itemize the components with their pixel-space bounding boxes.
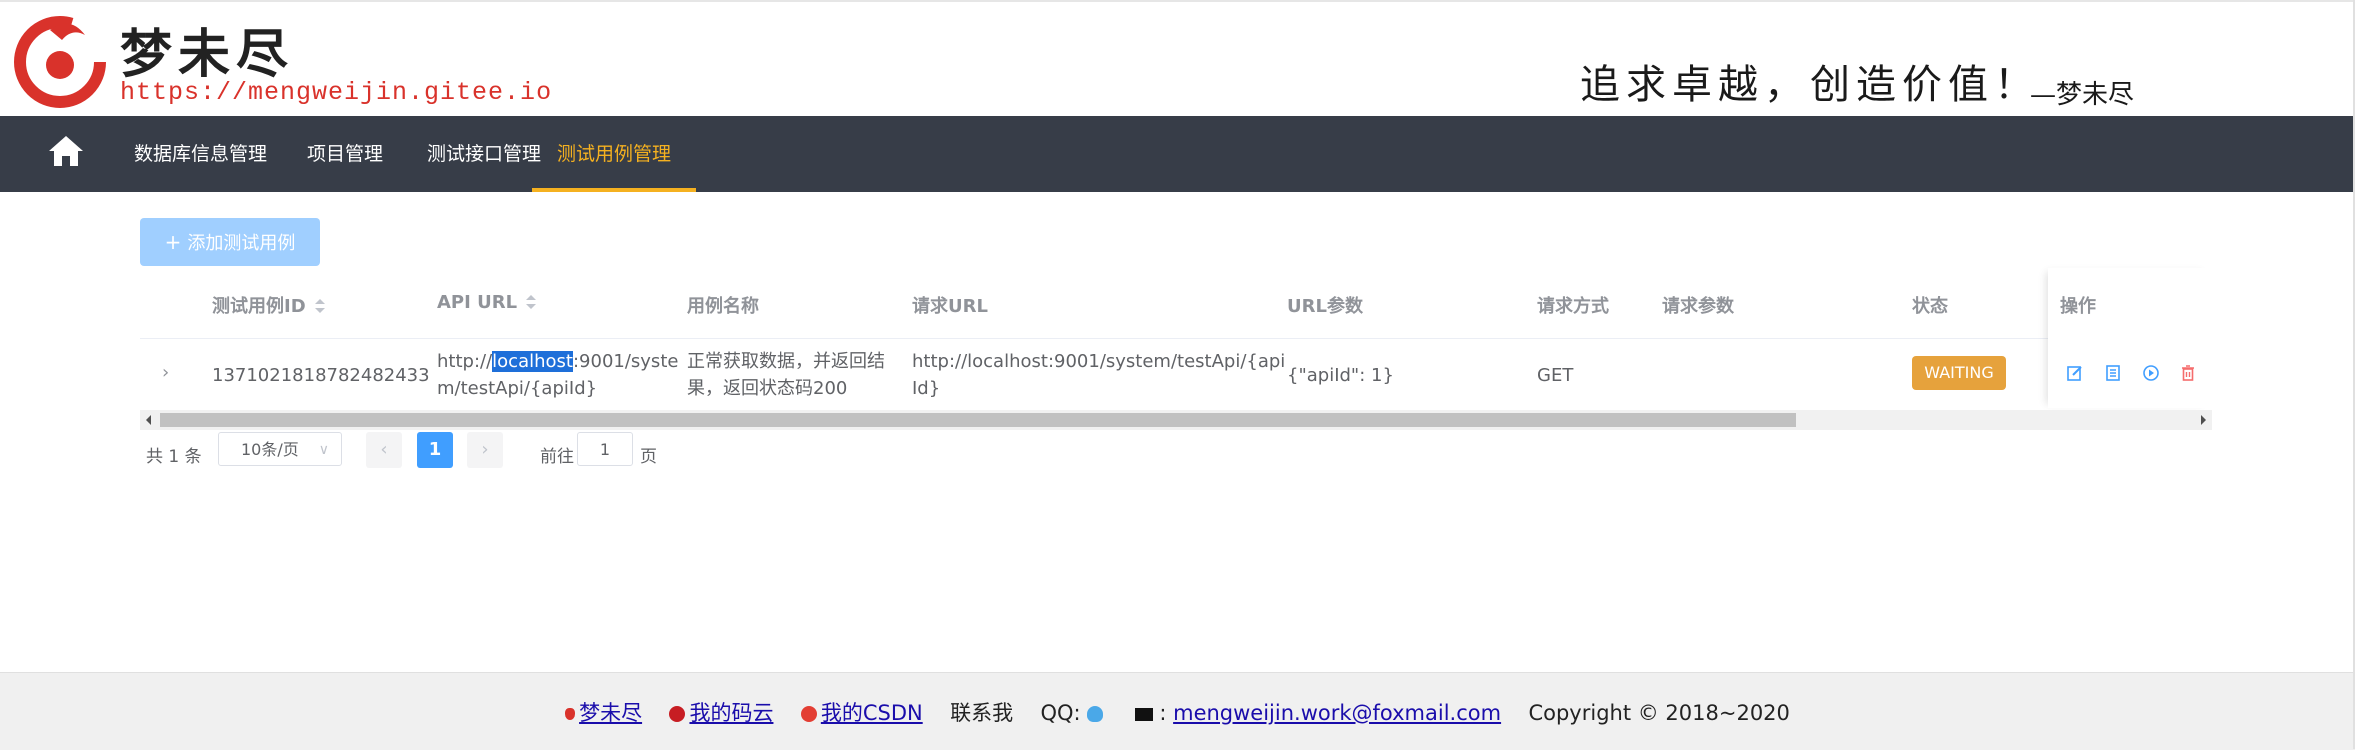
column-header-request-params: 请求参数 xyxy=(1662,296,1734,317)
column-header-api-url[interactable]: API URL xyxy=(437,292,537,313)
test-case-table: 测试用例ID API URL 用例名称 请求URL URL参数 请求方式 请求参… xyxy=(140,268,2212,430)
column-header-request-url: 请求URL xyxy=(912,296,988,317)
edit-icon[interactable] xyxy=(2066,364,2084,382)
brand-url[interactable]: https://mengweijin.gitee.io xyxy=(120,78,552,107)
main-nav: 数据库信息管理 项目管理 测试接口管理 测试用例管理 xyxy=(0,116,2355,192)
cell-request-url: http://localhost:9001/system/testApi/{ap… xyxy=(912,351,1286,399)
column-header-status: 状态 xyxy=(1912,296,1948,317)
sort-icon[interactable] xyxy=(525,295,537,311)
scroll-right-icon[interactable] xyxy=(2201,415,2206,425)
nav-item-database[interactable]: 数据库信息管理 xyxy=(134,116,267,192)
footer-email-link[interactable]: mengweijin.work@foxmail.com xyxy=(1173,701,1501,725)
nav-item-projects[interactable]: 项目管理 xyxy=(307,116,383,192)
site-header: 梦未尽 https://mengweijin.gitee.io 追求卓越，创造价… xyxy=(0,0,2355,118)
column-header-id[interactable]: 测试用例ID xyxy=(212,292,325,318)
plus-icon: + xyxy=(164,230,182,254)
goto-label: 前往 xyxy=(540,447,574,467)
footer-link-gitee[interactable]: 我的码云 xyxy=(689,701,773,725)
scroll-left-icon[interactable] xyxy=(146,415,151,425)
column-header-url-params: URL参数 xyxy=(1287,296,1363,317)
prev-page-button[interactable]: ‹ xyxy=(366,432,402,468)
scrollbar-thumb[interactable] xyxy=(160,413,1796,427)
footer-qq-label: QQ: xyxy=(1040,701,1081,725)
brand-name: 梦未尽 xyxy=(120,24,295,85)
footer-link-home[interactable]: 梦未尽 xyxy=(579,701,642,725)
status-badge: WAITING xyxy=(1912,356,2006,390)
chevron-down-icon: ∨ xyxy=(318,442,329,458)
column-header-name: 用例名称 xyxy=(687,296,759,317)
nav-item-test-cases[interactable]: 测试用例管理 xyxy=(532,116,697,192)
column-header-method: 请求方式 xyxy=(1537,296,1609,317)
cell-api-url: http://localhost:9001/syste m/testApi/{a… xyxy=(437,351,679,399)
cell-name: 正常获取数据，并返回结 果，返回状态码200 xyxy=(687,351,885,399)
delete-icon[interactable] xyxy=(2179,364,2197,382)
flame-icon xyxy=(565,708,576,720)
footer-contact-label: 联系我 xyxy=(950,701,1014,725)
next-page-button[interactable]: › xyxy=(467,432,503,468)
mail-icon xyxy=(1134,707,1153,721)
footer-link-csdn[interactable]: 我的CSDN xyxy=(821,701,923,725)
table-horizontal-scrollbar[interactable] xyxy=(140,410,2212,430)
logo-icon xyxy=(14,16,106,108)
page-size-select[interactable]: 10条/页 ∨ xyxy=(218,432,342,466)
slogan-signature: —梦未尽 xyxy=(2030,80,2135,110)
csdn-icon xyxy=(800,706,817,722)
nav-item-test-apis[interactable]: 测试接口管理 xyxy=(427,116,541,192)
column-header-actions: 操作 xyxy=(2060,296,2096,317)
qq-icon[interactable] xyxy=(1087,706,1104,722)
footer-copyright: Copyright © 2018~2020 xyxy=(1528,701,1790,725)
detail-icon[interactable] xyxy=(2104,364,2122,382)
home-icon[interactable] xyxy=(46,132,86,172)
add-button-label: 添加测试用例 xyxy=(187,233,296,254)
site-footer: 梦未尽 我的码云 我的CSDN 联系我 QQ: : mengweijin.wor… xyxy=(0,672,2355,750)
sort-icon[interactable] xyxy=(314,299,325,315)
run-icon[interactable] xyxy=(2142,364,2160,382)
cell-method: GET xyxy=(1537,365,1574,386)
goto-page-input[interactable]: 1 xyxy=(577,432,633,466)
cell-url-params: {"apiId": 1} xyxy=(1287,365,1394,386)
add-test-case-button[interactable]: + 添加测试用例 xyxy=(140,218,320,266)
pagination-total: 共 1 条 xyxy=(146,447,202,467)
slogan: 追求卓越，创造价值！ xyxy=(1580,62,2040,108)
footer-line: 梦未尽 我的码云 我的CSDN 联系我 QQ: : mengweijin.wor… xyxy=(0,697,2355,727)
footer-mail-sep: : xyxy=(1159,701,1167,725)
operations-column: 操作 xyxy=(2048,268,2212,408)
expand-row-icon[interactable]: › xyxy=(162,362,169,383)
cell-id: 1371021818782482433 xyxy=(212,365,430,386)
goto-unit: 页 xyxy=(640,447,657,467)
header-divider xyxy=(140,338,2212,339)
gitee-icon xyxy=(669,706,686,722)
page-number-button[interactable]: 1 xyxy=(417,432,453,468)
